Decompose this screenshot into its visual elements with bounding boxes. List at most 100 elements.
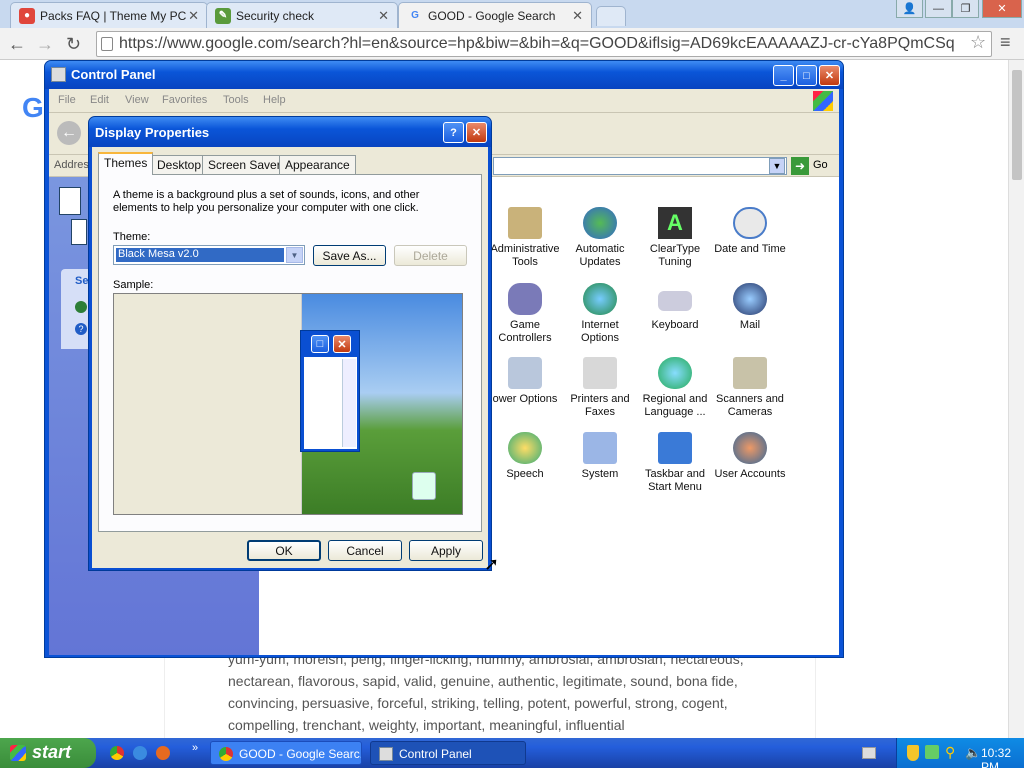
apply-button[interactable]: Apply [409,540,483,561]
internet-explorer-icon[interactable] [133,746,147,760]
close-icon[interactable]: ✕ [819,65,840,86]
search-icon[interactable]: ⚲ [945,744,955,761]
chevron-down-icon[interactable]: ▼ [286,247,303,263]
back-arrow-icon[interactable]: ← [57,121,81,145]
tab-security-check[interactable]: ✎ Security check ✕ [206,2,398,28]
delete-button[interactable]: Delete [394,245,467,266]
security-shield-icon[interactable] [907,745,919,761]
close-icon: ✕ [333,335,351,353]
cp-icon-keyboard[interactable]: Keyboard [638,283,712,332]
cp-icon-game-controllers[interactable]: Game Controllers [488,283,562,345]
sample-blank-area [114,294,302,514]
firefox-icon[interactable] [156,746,170,760]
control-panel-titlebar[interactable]: Control Panel _ □ ✕ [45,61,843,89]
menu-tools[interactable]: Tools [223,94,249,106]
minimize-icon[interactable]: _ [773,65,794,86]
user-icon[interactable]: 👤 [896,0,923,18]
sample-window: □ ✕ [300,330,360,452]
tab-themes[interactable]: Themes [98,152,154,175]
tab-desktop[interactable]: Desktop [151,155,208,174]
page-info-icon [101,37,113,51]
menu-help[interactable]: Help [263,94,286,106]
tab-appearance[interactable]: Appearance [279,155,356,174]
taskbar-item-google[interactable]: GOOD - Google Searc... [210,741,362,765]
control-panel-icon [379,747,393,761]
minimize-icon[interactable]: — [925,0,952,18]
cp-icon-scanners-and-cameras[interactable]: Scanners and Cameras [713,357,787,419]
help-icon[interactable]: ? [443,122,464,143]
switch-view-icon[interactable] [71,219,87,245]
cp-icon-mail[interactable]: Mail [713,283,787,332]
tab-label: GOOD - Google Search [428,8,556,23]
scrollbar-thumb[interactable] [1012,70,1022,180]
restore-icon[interactable]: ❐ [952,0,979,18]
forward-arrow-icon[interactable]: → [36,34,54,55]
icon-label: Mail [739,319,761,331]
save-as-button[interactable]: Save As... [313,245,386,266]
new-tab-button[interactable] [596,6,626,26]
cp-icon-date-and-time[interactable]: Date and Time [713,207,787,256]
menu-icon[interactable]: ≡ [1000,32,1011,53]
taskbar-item-control-panel[interactable]: Control Panel [370,741,526,765]
go-arrow-icon[interactable]: ➜ [791,157,809,175]
chrome-icon[interactable] [110,746,124,760]
go-button[interactable]: Go [813,159,828,171]
bookmark-star-icon[interactable]: ☆ [970,32,986,53]
address-bar[interactable]: https://www.google.com/search?hl=en&sour… [96,31,992,57]
network-icon[interactable] [925,745,939,759]
theme-selected-value: Black Mesa v2.0 [116,248,284,262]
theme-select[interactable]: Black Mesa v2.0 ▼ [113,245,305,265]
tab-packs-faq[interactable]: ● Packs FAQ | Theme My PC ✕ [10,2,208,28]
start-button[interactable]: start [0,738,96,768]
mouse-cursor-icon: ➚ [484,554,500,574]
close-icon[interactable]: ✕ [982,0,1022,18]
quick-launch-chevron-icon[interactable]: » [192,742,198,754]
cp-icon-system[interactable]: System [563,432,637,481]
chrome-icon [219,747,233,761]
close-icon[interactable]: ✕ [466,122,487,143]
tab-label: Packs FAQ | Theme My PC [40,8,187,23]
volume-icon[interactable]: 🔈 [965,745,981,761]
back-arrow-icon[interactable]: ← [8,34,26,55]
close-icon[interactable]: ✕ [572,8,583,24]
menu-edit[interactable]: Edit [90,94,109,106]
url-text: https://www.google.com/search?hl=en&sour… [119,35,955,52]
menu-view[interactable]: View [125,94,149,106]
icon-label: Regional and Language ... [642,393,708,418]
cleartype-icon: A [658,207,692,239]
cp-icon-printers-and-faxes[interactable]: Printers and Faxes [563,357,637,419]
menu-favorites[interactable]: Favorites [162,94,207,106]
clock-icon [733,207,767,239]
keyboard-layout-icon[interactable] [862,747,876,759]
cp-icon-internet-options[interactable]: Internet Options [563,283,637,345]
page-scrollbar[interactable] [1008,60,1024,738]
globe-icon [658,357,692,389]
dialog-titlebar[interactable]: Display Properties ? ✕ [89,117,491,147]
cp-icon-user-accounts[interactable]: User Accounts [713,432,787,481]
cancel-button[interactable]: Cancel [328,540,402,561]
keyboard-icon [658,291,692,311]
maximize-icon[interactable]: □ [796,65,817,86]
cp-icon-speech[interactable]: Speech [488,432,562,481]
cp-icon-power-options[interactable]: ower Options [488,357,562,406]
address-input[interactable] [493,157,787,175]
clock[interactable]: 10:32 PM [981,746,1024,774]
ok-button[interactable]: OK [247,540,321,561]
close-icon[interactable]: ✕ [188,8,199,24]
chevron-down-icon[interactable]: ▼ [769,158,785,174]
tab-google-search[interactable]: G GOOD - Google Search ✕ [398,2,592,28]
cp-icon-cleartype-tuning[interactable]: A ClearType Tuning [638,207,712,269]
help-icon[interactable]: ? [75,323,87,335]
display-properties-dialog: Display Properties ? ✕ Themes Desktop Sc… [88,116,492,571]
tab-screen-saver[interactable]: Screen Saver [202,155,287,174]
close-icon[interactable]: ✕ [378,8,389,24]
windows-update-icon[interactable] [75,301,87,313]
cp-icon-taskbar-and-start-menu[interactable]: Taskbar and Start Menu [638,432,712,494]
cp-icon-regional-and-language[interactable]: Regional and Language ... [638,357,712,419]
system-tray: ⚲ 🔈 10:32 PM [896,738,1024,774]
cp-icon-automatic-updates[interactable]: Automatic Updates [563,207,637,269]
google-logo-fragment: G [22,92,44,123]
cp-icon-administrative-tools[interactable]: Administrative Tools [488,207,562,269]
reload-icon[interactable]: ↻ [66,34,81,55]
menu-file[interactable]: File [58,94,76,106]
